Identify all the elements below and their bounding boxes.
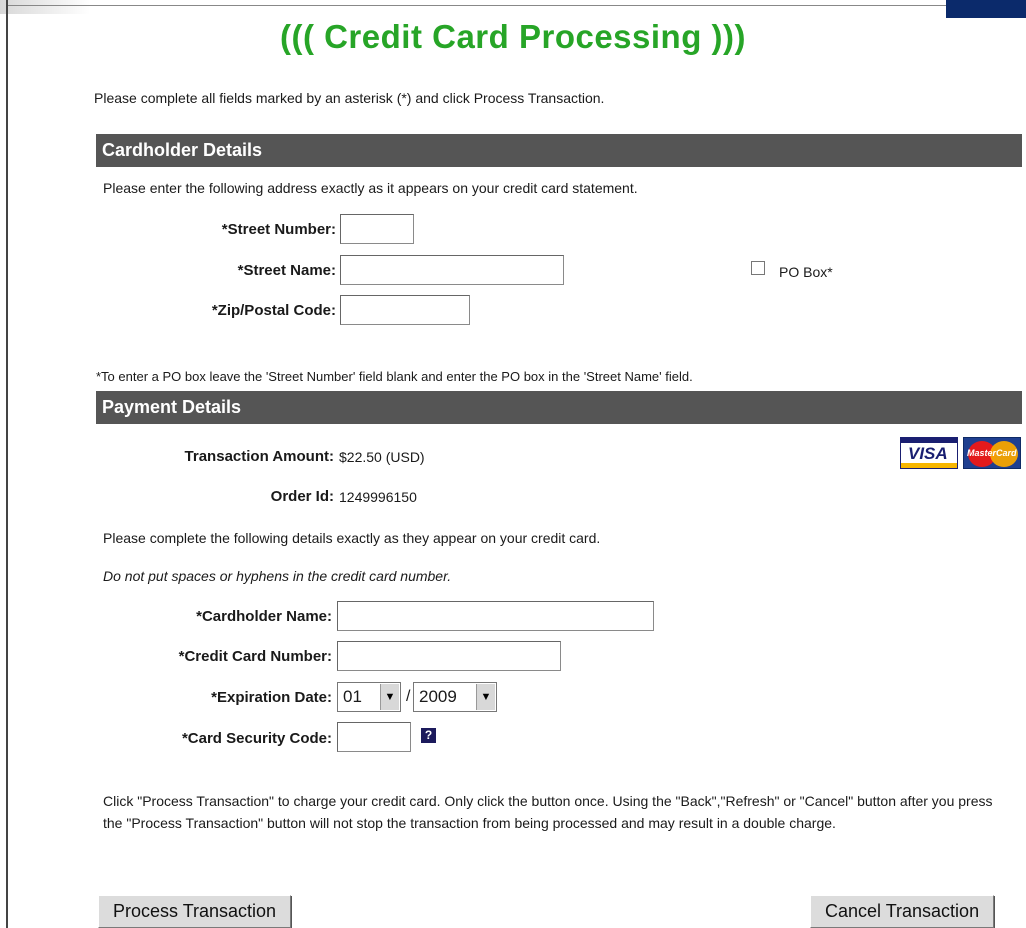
window-frame-left (6, 0, 8, 928)
street-number-input[interactable] (340, 214, 414, 244)
street-number-label: *Street Number: (221, 221, 336, 238)
expiration-date-label: *Expiration Date: (211, 689, 332, 706)
help-icon[interactable]: ? (421, 728, 436, 743)
cardholder-name-label: *Cardholder Name: (196, 608, 332, 625)
zip-code-input[interactable] (340, 295, 470, 325)
cardholder-name-input[interactable] (337, 601, 654, 631)
street-name-input[interactable] (340, 255, 564, 285)
expiration-year-select[interactable]: 2009 ▼ (413, 682, 497, 712)
cardholder-section-header: Cardholder Details (96, 134, 1022, 167)
po-box-note: *To enter a PO box leave the 'Street Num… (96, 369, 693, 384)
zip-code-label: *Zip/Postal Code: (211, 302, 336, 319)
po-box-checkbox[interactable] (751, 261, 765, 275)
card-details-note: Please complete the following details ex… (103, 530, 601, 546)
credit-card-number-input[interactable] (337, 641, 561, 671)
page-title: ((( Credit Card Processing ))) (279, 18, 747, 55)
credit-card-number-label: *Credit Card Number: (178, 648, 332, 665)
card-number-format-note: Do not put spaces or hyphens in the cred… (103, 568, 452, 584)
street-name-label: *Street Name: (237, 262, 336, 279)
expiration-month-select[interactable]: 01 ▼ (337, 682, 401, 712)
transaction-amount-label: Transaction Amount: (184, 448, 334, 465)
expiration-separator: / (406, 688, 411, 705)
visa-logo: VISA (900, 437, 958, 469)
cardholder-note: Please enter the following address exact… (103, 180, 638, 196)
process-disclaimer: Click "Process Transaction" to charge yo… (103, 793, 993, 831)
transaction-amount-value: $22.50 (USD) (339, 449, 425, 465)
chevron-down-icon: ▼ (476, 684, 495, 710)
card-security-code-input[interactable] (337, 722, 411, 752)
corner-badge (946, 0, 1026, 18)
chevron-down-icon: ▼ (380, 684, 399, 710)
window-corner-shade (0, 0, 90, 14)
order-id-value: 1249996150 (339, 489, 417, 505)
mastercard-logo: MasterCard (963, 437, 1021, 469)
po-box-label: PO Box* (779, 264, 833, 280)
card-security-code-label: *Card Security Code: (181, 730, 332, 747)
process-transaction-button[interactable]: Process Transaction (98, 895, 292, 928)
window-frame-top (8, 5, 1026, 6)
payment-section-header: Payment Details (96, 391, 1022, 424)
instructions-text: Please complete all fields marked by an … (94, 90, 605, 106)
order-id-label: Order Id: (270, 488, 334, 505)
cancel-transaction-button[interactable]: Cancel Transaction (810, 895, 995, 928)
